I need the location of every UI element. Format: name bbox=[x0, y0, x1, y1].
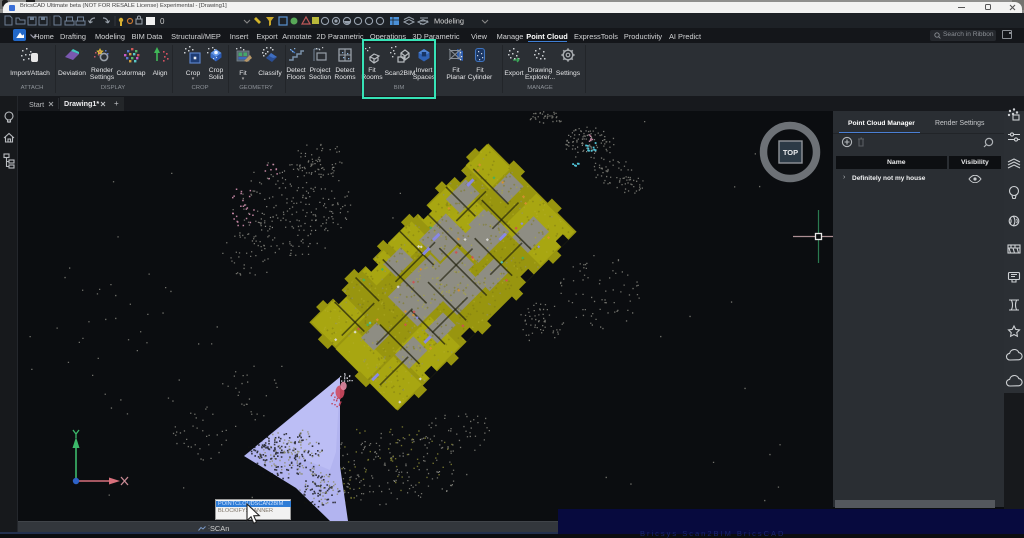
svg-text:TOP: TOP bbox=[783, 148, 798, 157]
svg-text:0: 0 bbox=[160, 17, 165, 26]
svg-text:Modeling: Modeling bbox=[434, 17, 464, 26]
